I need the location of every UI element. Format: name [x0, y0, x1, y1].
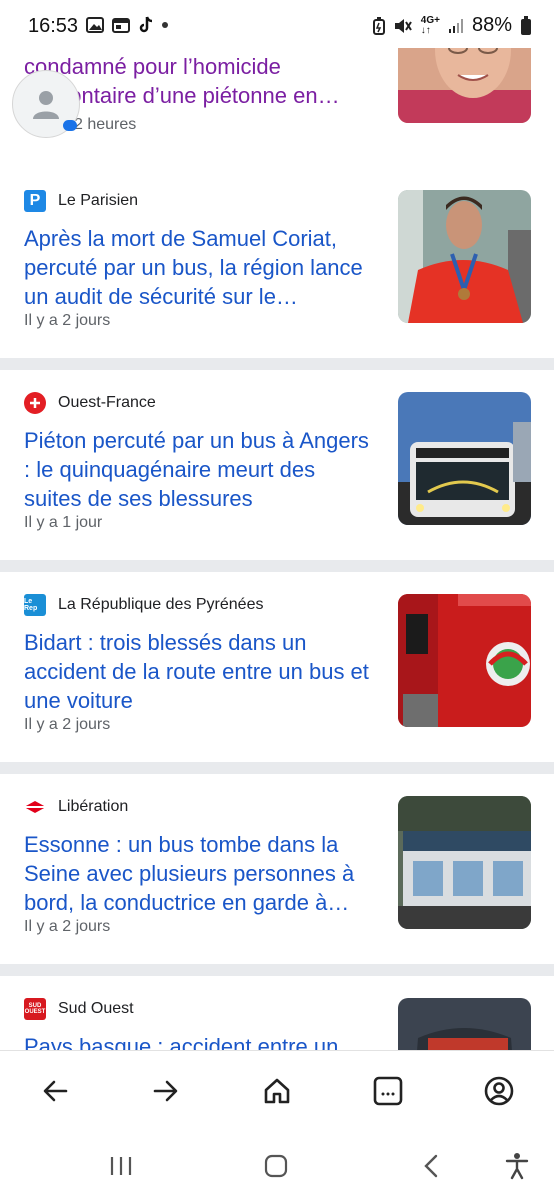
article-source: Libération — [24, 796, 128, 818]
athlete-photo-thumbnail[interactable] — [398, 190, 531, 323]
ouest-france-logo-icon — [24, 392, 46, 414]
system-icons: 4G+ ↓↑ 88% — [372, 14, 532, 37]
tabs-button[interactable] — [368, 1071, 408, 1111]
arrow-right-icon — [153, 1080, 178, 1102]
home-button[interactable] — [257, 1071, 297, 1111]
battery-icon — [521, 15, 531, 35]
mute-icon — [394, 18, 412, 33]
sud-ouest-logo-icon: SUD OUEST — [24, 998, 46, 1020]
elderly-woman-photo-thumbnail[interactable] — [398, 48, 531, 123]
account-button[interactable] — [479, 1071, 519, 1111]
accessibility-icon — [505, 1153, 529, 1180]
recents-icon — [110, 1157, 132, 1175]
fire-truck-photo-thumbnail[interactable] — [398, 594, 531, 727]
article-headline[interactable]: Piéton percuté par un bus à Angers : le … — [24, 426, 374, 513]
article-time: 2 heures — [74, 116, 137, 133]
tabs-icon — [373, 1076, 403, 1106]
article-card[interactable]: Le Rep La République des Pyrénées Bidart… — [0, 572, 554, 774]
signal-icon — [448, 18, 463, 33]
la-republique-des-pyrenees-logo-icon: Le Rep — [24, 594, 46, 616]
network-type: 4G+ ↓↑ — [420, 14, 440, 36]
article-time: Il y a 2 jours — [24, 918, 111, 935]
system-navigation-bar — [0, 1130, 554, 1200]
home-square-icon — [264, 1154, 288, 1178]
article-card[interactable]: SUD OUEST Sud Ouest Pays basque : accide… — [0, 976, 554, 1050]
article-card[interactable]: P Le Parisien Après la mort de Samuel Co… — [0, 168, 554, 370]
home-icon — [264, 1078, 290, 1104]
article-time: Il y a 2 jours — [24, 716, 111, 733]
account-avatar-button[interactable] — [12, 70, 80, 138]
calendar-icon — [112, 18, 130, 33]
person-icon — [33, 91, 59, 119]
battery-saver-icon — [372, 16, 385, 35]
building-photo-thumbnail[interactable] — [398, 796, 531, 929]
back-nav-button[interactable] — [413, 1148, 449, 1184]
status-bar: 16:53 4G+ ↓↑ 88% — [0, 0, 554, 48]
status-time: 16:53 — [28, 15, 79, 37]
article-headline[interactable]: Essonne : un bus tombe dans la Seine ave… — [24, 830, 374, 917]
chat-badge-icon — [63, 120, 77, 131]
chevron-left-icon — [424, 1154, 438, 1178]
forward-button[interactable] — [146, 1071, 186, 1111]
notification-icons — [86, 16, 168, 34]
browser-toolbar — [0, 1050, 554, 1131]
home-nav-button[interactable] — [258, 1148, 294, 1184]
recent-apps-button[interactable] — [103, 1148, 139, 1184]
back-button[interactable] — [35, 1071, 75, 1111]
article-headline[interactable]: Bidart : trois blessés dans un accident … — [24, 628, 374, 715]
tiktok-icon — [139, 16, 153, 33]
article-time: Il y a 2 jours — [24, 312, 111, 329]
bus-photo-thumbnail[interactable] — [398, 392, 531, 525]
article-card[interactable]: Libération Essonne : un bus tombe dans l… — [0, 774, 554, 976]
account-circle-icon — [484, 1076, 514, 1106]
article-card[interactable]: Ouest-France Piéton percuté par un bus à… — [0, 370, 554, 572]
article-source: P Le Parisien — [24, 190, 138, 212]
article-time: Il y a 1 jour — [24, 514, 103, 531]
article-source: Ouest-France — [24, 392, 156, 414]
news-feed[interactable]: condamné pour l’homicide involontaire d’… — [0, 48, 554, 1050]
gallery-icon — [86, 17, 104, 33]
battery-percent: 88% — [471, 14, 512, 36]
arrow-left-icon — [43, 1080, 68, 1102]
liberation-logo-icon — [24, 796, 46, 818]
article-source: SUD OUEST Sud Ouest — [24, 998, 134, 1020]
accessibility-button[interactable] — [499, 1148, 535, 1184]
article-source: Le Rep La République des Pyrénées — [24, 594, 263, 616]
article-headline[interactable]: Pays basque : accident entre un — [24, 1032, 374, 1050]
firefighter-photo-thumbnail[interactable] — [398, 998, 531, 1050]
more-notifications-dot — [162, 22, 168, 28]
le-parisien-logo-icon: P — [24, 190, 46, 212]
article-headline[interactable]: Après la mort de Samuel Coriat, percuté … — [24, 224, 374, 311]
